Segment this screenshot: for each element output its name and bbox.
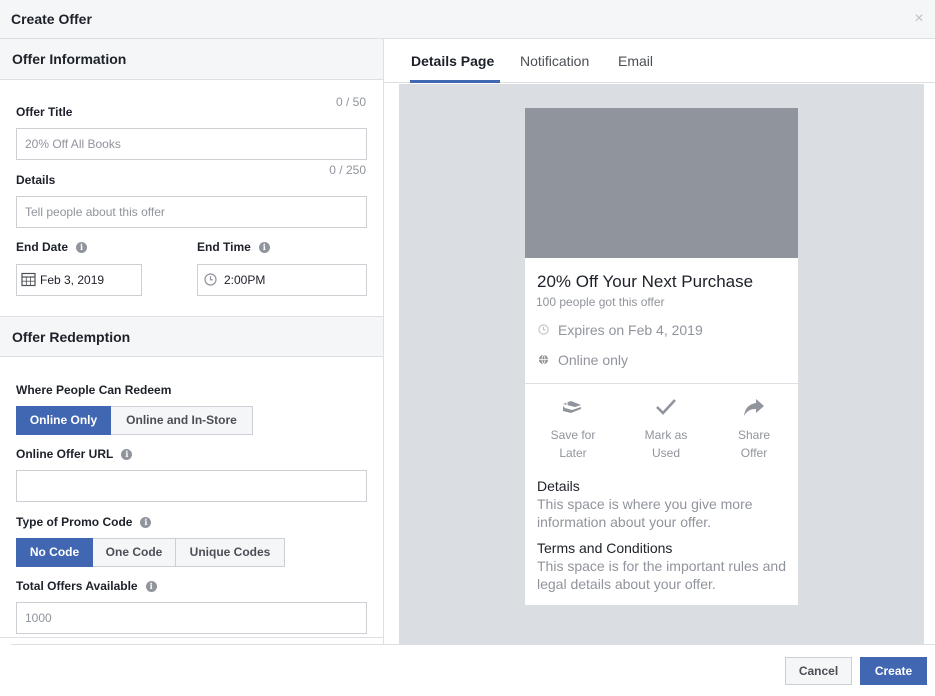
end-time-label: End Time i	[197, 240, 270, 254]
terms-section-body: This space is for the important rules an…	[537, 558, 787, 592]
save-for-later-line2: Later	[559, 446, 587, 460]
end-date-picker[interactable]: Feb 3, 2019	[16, 264, 142, 296]
tab-details-page[interactable]: Details Page	[411, 53, 494, 69]
clock-icon	[204, 273, 217, 286]
share-offer-line1: Share	[737, 428, 771, 442]
end-date-label: End Date i	[16, 240, 88, 254]
offer-information-header: Offer Information	[0, 39, 383, 80]
info-icon[interactable]: i	[76, 242, 88, 253]
dialog-title: Create Offer	[11, 11, 92, 27]
one-code-button[interactable]: One Code	[92, 538, 176, 567]
footer-divider	[11, 644, 935, 645]
globe-icon	[538, 354, 549, 365]
preview-tabs: Details Page Notification Email	[384, 39, 935, 83]
total-offers-input[interactable]: 1000	[16, 602, 367, 634]
offer-title-label: Offer Title	[16, 105, 73, 119]
save-for-later-icon	[563, 401, 581, 413]
offer-claimed-count: 100 people got this offer	[536, 295, 665, 309]
clock-icon	[538, 324, 549, 335]
offer-availability: Online only	[538, 352, 628, 368]
end-time-picker[interactable]: 2:00PM	[197, 264, 367, 296]
end-time-value: 2:00PM	[224, 273, 266, 287]
online-only-button[interactable]: Online Only	[16, 406, 111, 435]
where-redeem-toggle: Online Only Online and In-Store	[16, 406, 253, 435]
offer-redemption-heading: Offer Redemption	[12, 329, 131, 345]
mark-as-used-line1: Mark as	[644, 428, 688, 442]
offer-redemption-header: Offer Redemption	[0, 316, 383, 357]
preview-panel: Details Page Notification Email 20% Off …	[384, 39, 935, 644]
end-date-label-text: End Date	[16, 240, 69, 254]
online-offer-url-input[interactable]	[16, 470, 367, 502]
save-for-later-line1: Save for	[550, 428, 596, 442]
dialog-titlebar: Create Offer ×	[0, 0, 935, 39]
total-offers-label-text: Total Offers Available	[16, 579, 138, 593]
share-arrow-icon	[744, 399, 764, 416]
unique-codes-button[interactable]: Unique Codes	[175, 538, 285, 567]
offer-title-counter: 0 / 50	[335, 95, 366, 109]
offer-availability-text: Online only	[558, 352, 629, 368]
card-divider	[525, 383, 798, 384]
save-for-later-action[interactable]: Save for Later	[533, 394, 613, 462]
end-date-value: Feb 3, 2019	[40, 273, 105, 287]
details-label: Details	[16, 173, 56, 187]
offer-image-placeholder	[525, 108, 798, 258]
info-icon[interactable]: i	[121, 449, 133, 460]
info-icon[interactable]: i	[140, 517, 152, 528]
online-offer-url-label: Online Offer URL i	[16, 447, 133, 461]
mark-as-used-action[interactable]: Mark as Used	[626, 394, 706, 462]
details-section-title: Details	[537, 478, 580, 494]
tab-notification[interactable]: Notification	[520, 53, 589, 69]
offer-title-input[interactable]: 20% Off All Books	[16, 128, 367, 160]
online-offer-url-label-text: Online Offer URL	[16, 447, 114, 461]
end-time-label-text: End Time	[197, 240, 251, 254]
details-section-body: This space is where you give more inform…	[537, 496, 753, 530]
mark-as-used-line2: Used	[651, 446, 680, 460]
close-icon[interactable]: ×	[912, 10, 926, 28]
dialog-footer: Cancel Create	[0, 644, 935, 696]
online-and-in-store-button[interactable]: Online and In-Store	[110, 406, 253, 435]
offer-expiry-text: Expires on Feb 4, 2019	[558, 322, 703, 338]
offer-preview-card: 20% Off Your Next Purchase 100 people go…	[525, 108, 798, 605]
share-offer-line2: Offer	[740, 446, 768, 460]
promo-code-type-label: Type of Promo Code i	[16, 515, 152, 529]
details-counter: 0 / 250	[329, 163, 366, 177]
share-offer-action[interactable]: Share Offer	[714, 394, 794, 462]
cancel-button[interactable]: Cancel	[785, 657, 852, 685]
tab-email[interactable]: Email	[618, 53, 653, 69]
promo-code-type-label-text: Type of Promo Code	[16, 515, 133, 529]
active-tab-indicator	[410, 80, 500, 83]
checkmark-icon	[656, 399, 676, 415]
info-icon[interactable]: i	[258, 242, 270, 253]
where-redeem-label: Where People Can Redeem	[16, 383, 172, 397]
form-bottom-divider	[0, 637, 383, 638]
offer-expiry: Expires on Feb 4, 2019	[538, 322, 703, 338]
no-code-button[interactable]: No Code	[16, 538, 93, 567]
create-button[interactable]: Create	[860, 657, 927, 685]
offer-headline: 20% Off Your Next Purchase	[537, 272, 754, 291]
offer-information-heading: Offer Information	[12, 51, 127, 67]
offer-form-panel: Offer Information Offer Title 0 / 50 20%…	[0, 39, 384, 644]
terms-section-title: Terms and Conditions	[537, 540, 673, 556]
promo-code-type-toggle: No Code One Code Unique Codes	[16, 538, 285, 567]
details-input[interactable]: Tell people about this offer	[16, 196, 367, 228]
calendar-icon	[21, 272, 36, 287]
total-offers-label: Total Offers Available i	[16, 579, 157, 593]
info-icon[interactable]: i	[145, 581, 157, 592]
